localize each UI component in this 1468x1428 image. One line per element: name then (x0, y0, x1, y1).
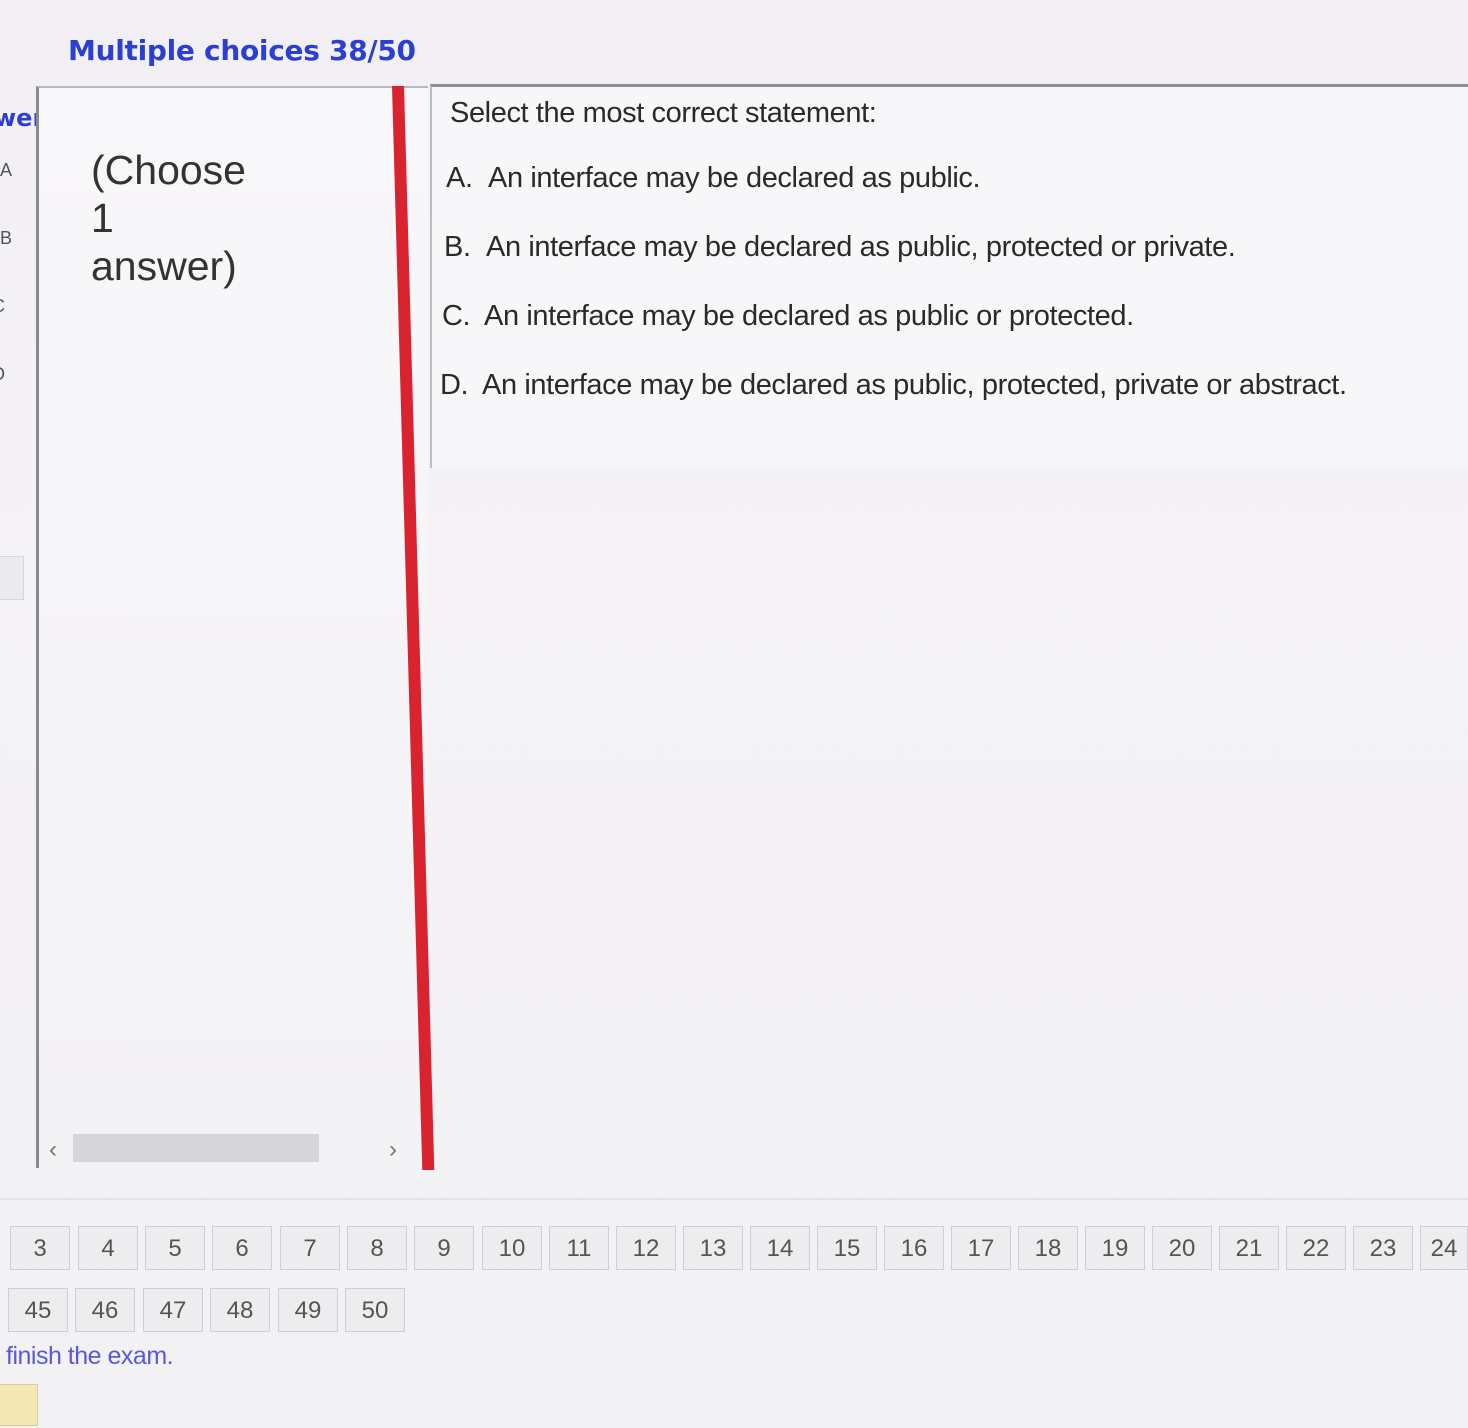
question-button[interactable]: 20 (1152, 1226, 1212, 1270)
question-text: Select the most correct statement: (450, 97, 877, 129)
question-button[interactable]: 18 (1018, 1226, 1078, 1270)
option-text: An interface may be declared as public, … (482, 369, 1347, 401)
question-panel: Select the most correct statement: (430, 84, 1468, 468)
question-button[interactable]: 50 (345, 1288, 405, 1332)
question-button[interactable]: 17 (951, 1226, 1011, 1270)
question-button[interactable]: 48 (210, 1288, 270, 1332)
question-button[interactable]: 3 (10, 1226, 70, 1270)
page-title: Multiple choices 38/50 (68, 34, 416, 67)
answer-letter-b[interactable]: B (0, 228, 12, 249)
instruction-line-2: 1 (91, 195, 114, 241)
option-text: An interface may be declared as public o… (484, 300, 1134, 332)
question-button[interactable]: 6 (212, 1226, 272, 1270)
instruction-line-1: (Choose (91, 147, 246, 193)
question-button[interactable]: 10 (482, 1226, 542, 1270)
instruction-line-3: answer) (91, 243, 237, 289)
option-b[interactable]: B. An interface may be declared as public… (444, 231, 1236, 264)
question-button[interactable]: 15 (817, 1226, 877, 1270)
question-button[interactable]: 8 (347, 1226, 407, 1270)
question-button[interactable]: 13 (683, 1226, 743, 1270)
question-button[interactable]: 21 (1219, 1226, 1279, 1270)
instruction-text: (Choose 1 answer) (91, 146, 311, 290)
question-button[interactable]: 22 (1286, 1226, 1346, 1270)
question-button[interactable]: 45 (8, 1288, 68, 1332)
option-letter: D. (440, 369, 469, 401)
option-text: An interface may be declared as public, … (486, 231, 1236, 263)
finish-exam-link[interactable]: finish the exam. (6, 1342, 174, 1371)
question-button[interactable]: 16 (884, 1226, 944, 1270)
option-letter: C. (442, 300, 471, 332)
question-button[interactable]: 5 (145, 1226, 205, 1270)
question-button[interactable]: 9 (414, 1226, 474, 1270)
option-a[interactable]: A. An interface may be declared as public… (446, 162, 981, 195)
question-button[interactable]: 49 (278, 1288, 338, 1332)
scroll-left-icon[interactable]: ‹ (49, 1136, 57, 1164)
question-button[interactable]: 7 (280, 1226, 340, 1270)
option-c[interactable]: C. An interface may be declared as public… (442, 300, 1134, 333)
option-letter: A. (446, 162, 473, 194)
question-button[interactable]: 19 (1085, 1226, 1145, 1270)
question-button[interactable]: 4 (78, 1226, 138, 1270)
divider (0, 1198, 1468, 1200)
question-button[interactable]: 47 (143, 1288, 203, 1332)
question-button[interactable]: 24 (1420, 1226, 1468, 1270)
question-button[interactable]: 12 (616, 1226, 676, 1270)
scrollbar-thumb[interactable] (73, 1134, 319, 1162)
question-button[interactable]: 23 (1353, 1226, 1413, 1270)
answer-letter-a[interactable]: A (0, 160, 12, 181)
option-letter: B. (444, 231, 471, 263)
answer-letter-c[interactable]: C (0, 296, 5, 317)
option-text: An interface may be declared as public. (488, 162, 981, 194)
instruction-panel: (Choose 1 answer) ‹ › (36, 86, 428, 1168)
answer-submit-box[interactable] (0, 556, 24, 600)
question-button[interactable]: 11 (549, 1226, 609, 1270)
scroll-right-icon[interactable]: › (389, 1136, 397, 1164)
question-button[interactable]: 46 (75, 1288, 135, 1332)
answer-letter-d[interactable]: D (0, 364, 5, 385)
question-button[interactable]: 14 (750, 1226, 810, 1270)
finish-exam-checkbox[interactable] (0, 1384, 38, 1426)
option-d[interactable]: D. An interface may be declared as public… (440, 369, 1347, 402)
horizontal-scrollbar[interactable]: ‹ › (43, 1132, 397, 1166)
